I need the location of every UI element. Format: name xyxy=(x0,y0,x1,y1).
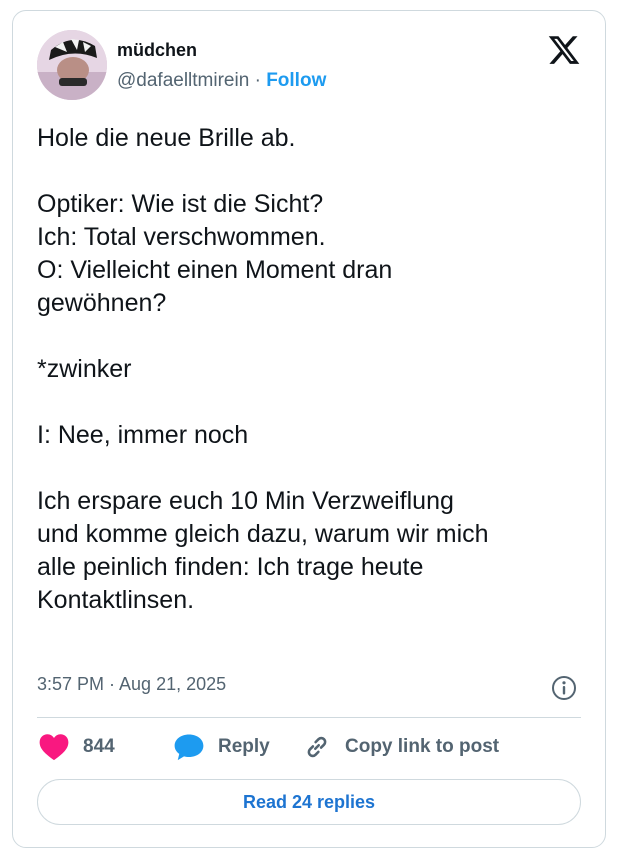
like-button[interactable]: 844 xyxy=(39,733,115,761)
follow-button[interactable]: Follow xyxy=(266,70,326,91)
action-bar: 844 Reply Copy link to post xyxy=(39,733,599,763)
copy-link-button[interactable]: Copy link to post xyxy=(303,733,499,761)
divider xyxy=(37,717,581,718)
tweet-timestamp[interactable]: 3:57 PM · Aug 21, 2025 xyxy=(37,674,226,695)
x-logo-icon[interactable] xyxy=(547,33,581,67)
separator-dot: · xyxy=(254,70,261,91)
avatar[interactable] xyxy=(37,30,107,100)
reply-bubble-icon xyxy=(174,734,204,761)
like-count: 844 xyxy=(83,736,115,757)
tweet-card: müdchen @dafaelltmirein · Follow Hole di… xyxy=(12,10,606,848)
author-handle[interactable]: @dafaelltmirein xyxy=(117,70,249,91)
author-block: müdchen @dafaelltmirein · Follow xyxy=(117,39,326,92)
heart-icon xyxy=(39,734,69,761)
info-icon[interactable] xyxy=(550,674,578,702)
avatar-image xyxy=(37,30,107,100)
tweet-text: Hole die neue Brille ab. Optiker: Wie is… xyxy=(37,124,489,614)
handle-row: @dafaelltmirein · Follow xyxy=(117,70,326,92)
link-icon xyxy=(307,736,327,758)
read-replies-button[interactable]: Read 24 replies xyxy=(37,779,581,825)
copy-link-label: Copy link to post xyxy=(345,736,500,757)
reply-button[interactable]: Reply xyxy=(174,733,270,761)
author-name[interactable]: müdchen xyxy=(117,39,326,61)
reply-label: Reply xyxy=(218,736,270,757)
